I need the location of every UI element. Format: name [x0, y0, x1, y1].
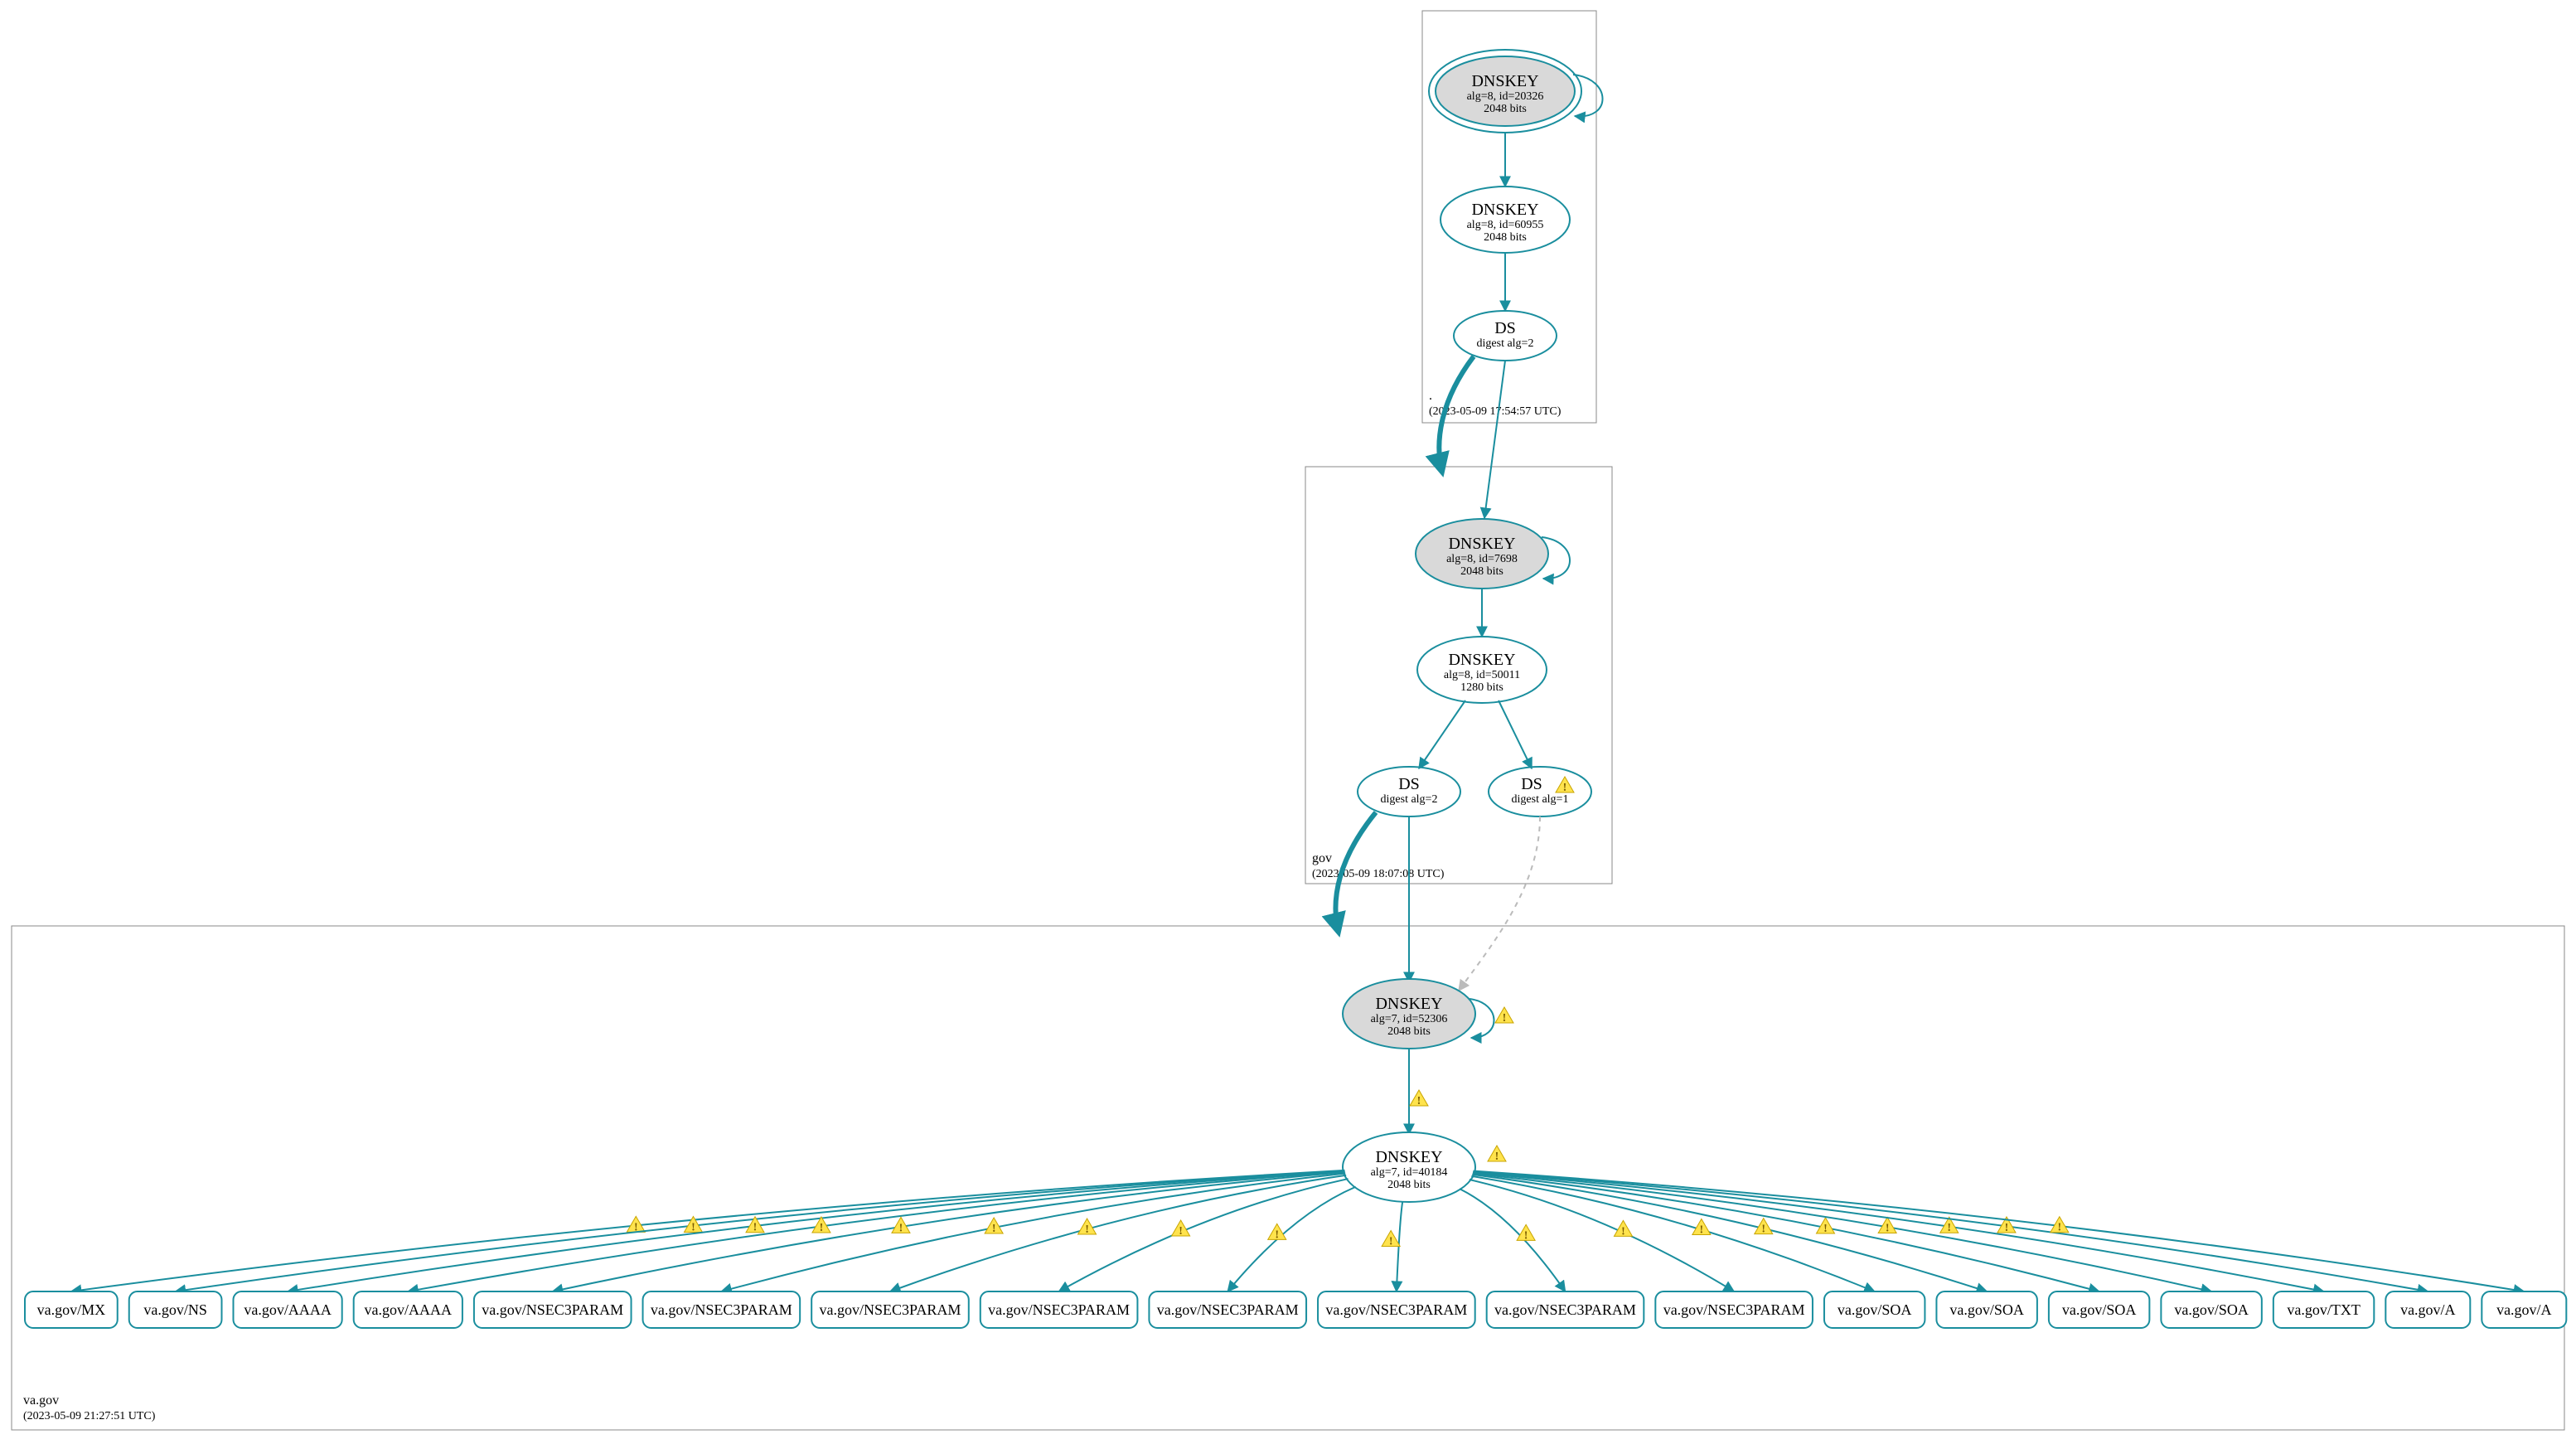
rrset-label: va.gov/NS	[143, 1301, 207, 1318]
rrset-label: va.gov/NSEC3PARAM	[482, 1301, 623, 1318]
gov-ksk-title: DNSKEY	[1448, 535, 1515, 553]
gov-ksk-line1: alg=8, id=7698	[1446, 553, 1518, 565]
edge-va-zsk-to-rrset	[1471, 1176, 1874, 1291]
warning-icon	[1488, 1146, 1506, 1163]
gov-ds1-line1: digest alg=2	[1381, 793, 1438, 806]
gov-zsk-line1: alg=8, id=50011	[1444, 669, 1520, 681]
warning-icon	[1382, 1230, 1400, 1248]
node-root-ksk: DNSKEY alg=8, id=20326 2048 bits	[1429, 50, 1581, 133]
cluster-gov-label: gov	[1312, 851, 1332, 865]
rrset-label: va.gov/NSEC3PARAM	[1494, 1301, 1636, 1318]
gov-ds1-title: DS	[1398, 775, 1420, 793]
root-zsk-line2: 2048 bits	[1484, 231, 1527, 244]
warning-icon	[1410, 1090, 1428, 1107]
edge-gov-ds2-to-va-ksk	[1459, 816, 1540, 991]
edge-va-zsk-to-rrset	[1460, 1189, 1565, 1291]
rrset-label: va.gov/NSEC3PARAM	[1663, 1301, 1805, 1318]
gov-zsk-title: DNSKEY	[1448, 651, 1515, 669]
gov-zsk-line2: 1280 bits	[1460, 681, 1503, 694]
node-va-ksk: DNSKEY alg=7, id=52306 2048 bits	[1343, 979, 1513, 1049]
rrset-label: va.gov/NSEC3PARAM	[988, 1301, 1130, 1318]
va-zsk-line1: alg=7, id=40184	[1371, 1166, 1448, 1179]
rrset-label: va.gov/TXT	[2287, 1301, 2360, 1318]
rrset-label: va.gov/NSEC3PARAM	[1325, 1301, 1467, 1318]
node-gov-ksk: DNSKEY alg=8, id=7698 2048 bits	[1416, 519, 1548, 589]
edge-va-zsk-to-rrset	[1227, 1187, 1355, 1291]
warning-icon	[1517, 1224, 1535, 1242]
node-gov-ds1: DS digest alg=2	[1358, 767, 1460, 816]
va-ksk-line2: 2048 bits	[1387, 1025, 1431, 1038]
edge-va-zsk-to-rrset	[1059, 1179, 1349, 1291]
rrset-label: va.gov/SOA	[2062, 1301, 2137, 1318]
cluster-gov-timestamp: (2023-05-09 18:07:08 UTC)	[1312, 868, 1445, 880]
va-ksk-line1: alg=7, id=52306	[1371, 1013, 1448, 1025]
rrset-label: va.gov/A	[2496, 1301, 2552, 1318]
edge-root-ds-to-gov-ksk	[1484, 361, 1505, 518]
edge-root-ksk-selfloop	[1573, 75, 1603, 116]
va-zsk-line2: 2048 bits	[1387, 1179, 1431, 1191]
cluster-vagov-label: va.gov	[23, 1393, 59, 1408]
rrset-label: va.gov/A	[2400, 1301, 2456, 1318]
node-gov-zsk: DNSKEY alg=8, id=50011 1280 bits	[1417, 637, 1547, 703]
va-ksk-title: DNSKEY	[1375, 995, 1442, 1013]
cluster-root-timestamp: (2023-05-09 17:54:57 UTC)	[1429, 405, 1562, 418]
edge-va-zsk-to-rrset	[1470, 1180, 1734, 1291]
rrset-label: va.gov/SOA	[1949, 1301, 2024, 1318]
rrset-label: va.gov/NSEC3PARAM	[651, 1301, 792, 1318]
node-root-ds: DS digest alg=2	[1454, 311, 1557, 361]
rrset-label: va.gov/MX	[37, 1301, 106, 1318]
rrset-label: va.gov/AAAA	[365, 1301, 453, 1318]
root-zsk-title: DNSKEY	[1471, 201, 1538, 219]
root-ds-line1: digest alg=2	[1477, 337, 1534, 350]
cluster-root-label: .	[1429, 389, 1432, 403]
node-root-zsk: DNSKEY alg=8, id=60955 2048 bits	[1441, 187, 1570, 253]
root-ksk-title: DNSKEY	[1471, 72, 1538, 90]
gov-ksk-line2: 2048 bits	[1460, 565, 1503, 578]
rrset-label: va.gov/NSEC3PARAM	[1157, 1301, 1299, 1318]
root-ds-title: DS	[1494, 319, 1516, 337]
rrset-label: va.gov/NSEC3PARAM	[820, 1301, 961, 1318]
edge-gov-zsk-ds1	[1419, 700, 1465, 768]
rrset-label: va.gov/AAAA	[244, 1301, 332, 1318]
cluster-vagov-timestamp: (2023-05-09 21:27:51 UTC)	[23, 1410, 156, 1422]
root-zsk-line1: alg=8, id=60955	[1467, 219, 1544, 231]
node-gov-ds2: DS digest alg=1	[1489, 767, 1591, 816]
warning-icon	[1268, 1224, 1286, 1241]
rrset-label: va.gov/SOA	[2174, 1301, 2249, 1318]
edge-va-zsk-to-rrset	[1473, 1172, 2211, 1291]
gov-ds2-title: DS	[1521, 775, 1542, 793]
node-va-zsk: DNSKEY alg=7, id=40184 2048 bits	[1343, 1132, 1506, 1202]
edge-gov-zsk-ds2	[1499, 700, 1532, 768]
gov-ds2-line1: digest alg=1	[1512, 793, 1569, 806]
root-ksk-line2: 2048 bits	[1484, 103, 1527, 115]
edge-va-zsk-to-rrset	[553, 1172, 1345, 1291]
root-ksk-line1: alg=8, id=20326	[1467, 90, 1544, 103]
va-zsk-title: DNSKEY	[1375, 1148, 1442, 1166]
warning-icon	[1495, 1007, 1513, 1025]
rrset-label: va.gov/SOA	[1838, 1301, 1912, 1318]
